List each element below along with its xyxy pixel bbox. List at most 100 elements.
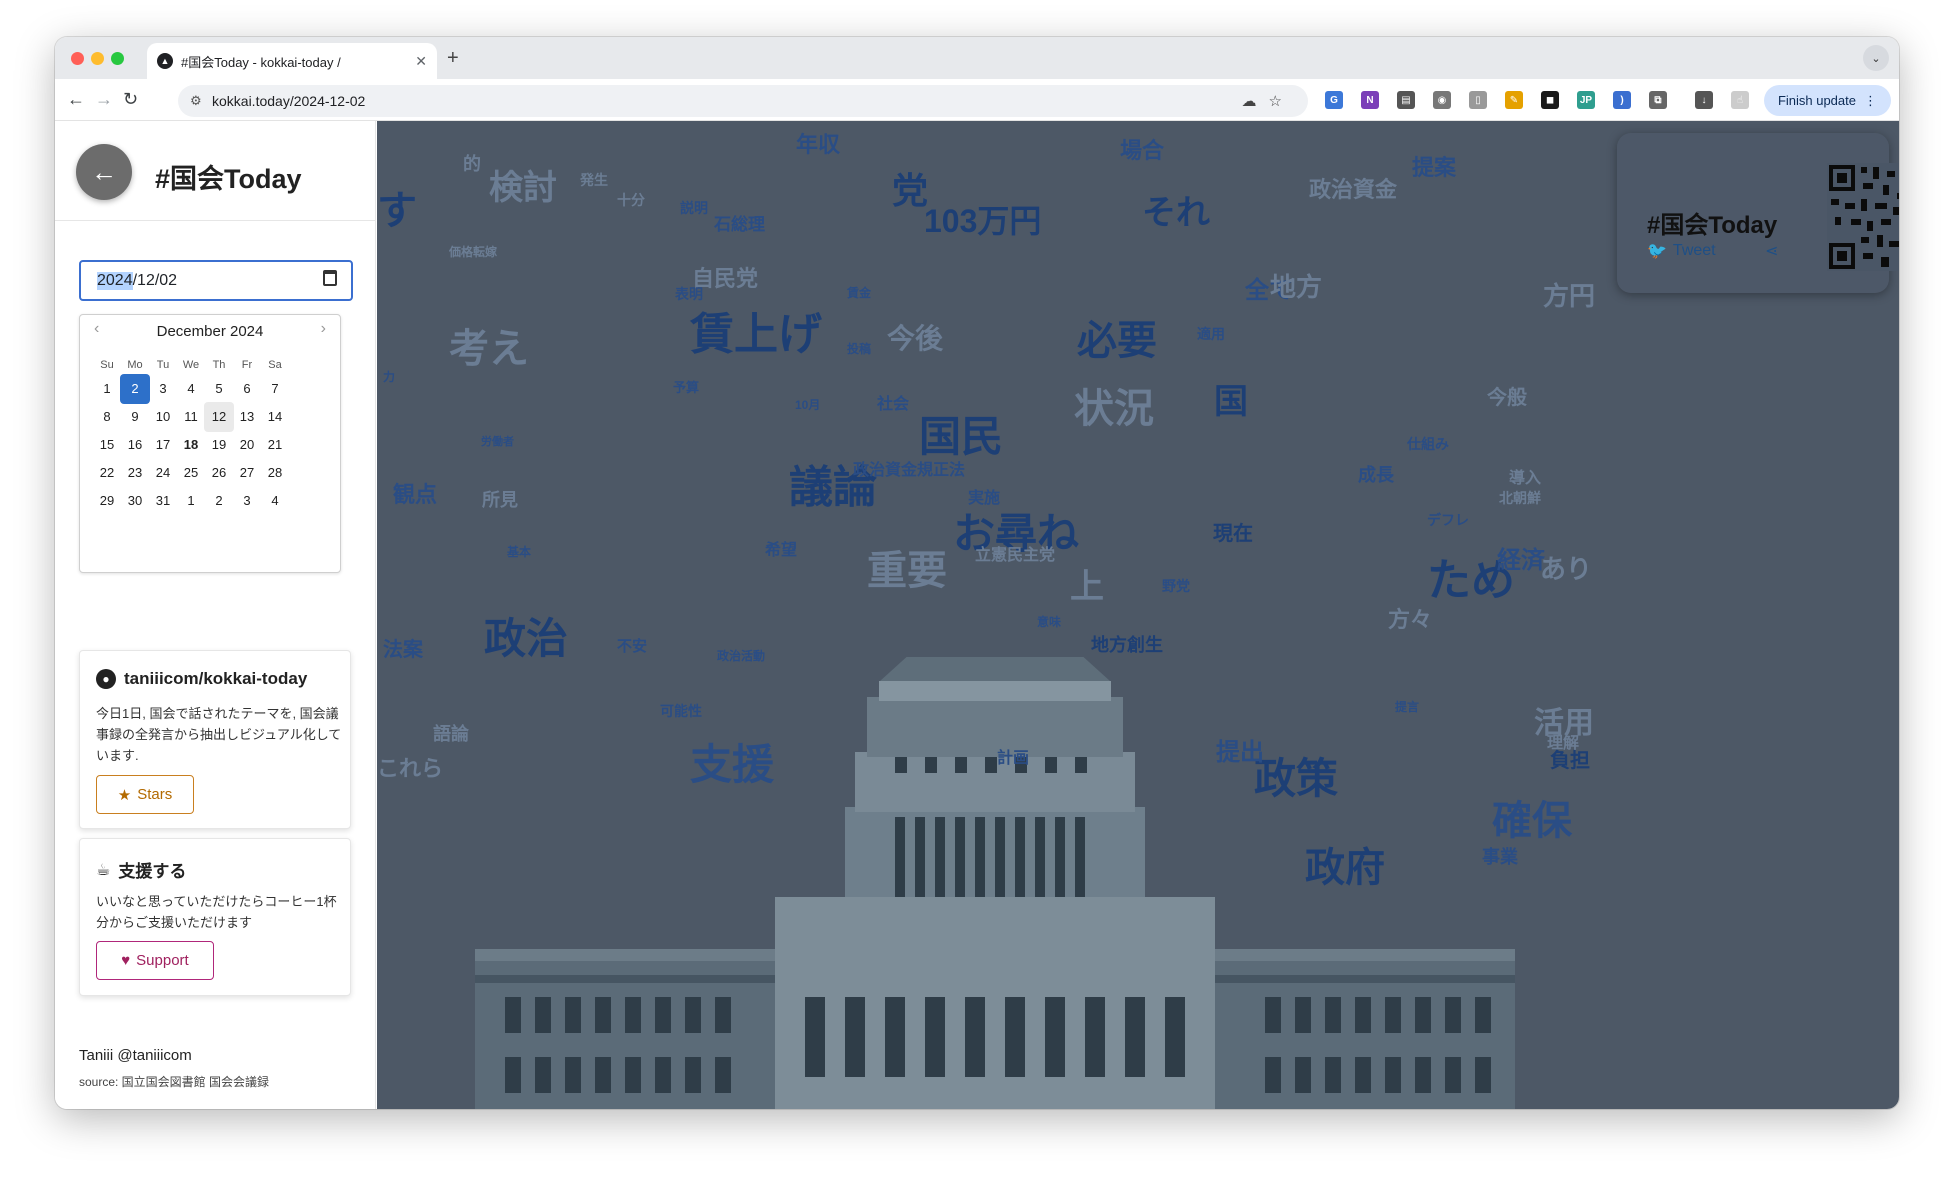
date-rest-segment[interactable]: /12/02 bbox=[133, 272, 177, 290]
calendar-day[interactable]: 10 bbox=[148, 402, 178, 432]
cloud-word[interactable]: 提出 bbox=[1216, 741, 1264, 765]
cloud-word[interactable]: 政治 bbox=[484, 618, 568, 660]
calendar-day[interactable]: 29 bbox=[92, 486, 122, 516]
cloud-word[interactable]: 確保 bbox=[1492, 801, 1572, 841]
cloud-word[interactable]: 方円 bbox=[1543, 283, 1595, 309]
cloud-word[interactable]: 投稿 bbox=[847, 343, 871, 355]
calendar-day[interactable]: 27 bbox=[232, 458, 262, 488]
cloud-word[interactable]: 計画 bbox=[997, 751, 1029, 767]
calendar-day[interactable]: 18 bbox=[176, 430, 206, 460]
cloud-word[interactable]: 不安 bbox=[617, 639, 647, 654]
cloud-word[interactable]: 経済 bbox=[1497, 549, 1545, 573]
calendar-day[interactable]: 28 bbox=[260, 458, 290, 488]
cloud-word[interactable]: 導入 bbox=[1509, 471, 1541, 487]
date-year-segment[interactable]: 2024 bbox=[97, 271, 133, 290]
cloud-word[interactable]: 価格転嫁 bbox=[449, 246, 497, 258]
cloud-word[interactable]: 立憲民主党 bbox=[975, 548, 1055, 564]
cloud-word[interactable]: 状況 bbox=[1074, 389, 1154, 429]
reader-extension-icon[interactable]: ▤ bbox=[1397, 91, 1415, 109]
calendar-day[interactable]: 7 bbox=[260, 374, 290, 404]
calendar-day[interactable]: 4 bbox=[176, 374, 206, 404]
cloud-word[interactable]: 党 bbox=[892, 173, 928, 209]
cloud-word[interactable]: 103万円 bbox=[924, 205, 1041, 237]
cloud-word[interactable]: 仕組み bbox=[1407, 437, 1449, 451]
cloud-word[interactable]: 語論 bbox=[433, 725, 469, 743]
cloud-word[interactable]: 表明 bbox=[675, 287, 703, 301]
calendar-day[interactable]: 12 bbox=[204, 402, 234, 432]
cloud-word[interactable]: 国 bbox=[1214, 385, 1248, 419]
cloud-word[interactable]: 地方 bbox=[1270, 274, 1322, 300]
new-tab-button[interactable]: + bbox=[447, 47, 459, 70]
tweet-button[interactable]: 🐦 Tweet bbox=[1647, 241, 1716, 261]
cloud-word[interactable]: 負担 bbox=[1550, 751, 1590, 771]
extensions-puzzle-icon[interactable]: ⧉ bbox=[1649, 91, 1667, 109]
cloud-word[interactable]: 十分 bbox=[617, 193, 645, 207]
calendar-day[interactable]: 1 bbox=[176, 486, 206, 516]
document-extension-icon[interactable]: ▯ bbox=[1469, 91, 1487, 109]
cloud-word[interactable]: 可能性 bbox=[660, 704, 702, 718]
cloud-word[interactable]: 野党 bbox=[1162, 579, 1190, 593]
author-credit[interactable]: Taniii @taniiicom bbox=[79, 1047, 192, 1064]
cloud-word[interactable]: 事業 bbox=[1482, 848, 1518, 866]
cloud-word[interactable]: あり bbox=[1540, 556, 1592, 582]
cloud-word[interactable]: 地方創生 bbox=[1091, 636, 1163, 654]
cloud-word[interactable]: 所見 bbox=[482, 491, 518, 509]
cloud-word[interactable]: 理解 bbox=[1547, 736, 1579, 752]
qr-code-icon[interactable] bbox=[1827, 163, 1899, 271]
cloud-word[interactable]: 今後 bbox=[887, 325, 943, 353]
cloud-word[interactable]: 重要 bbox=[867, 551, 947, 591]
cloud-word[interactable]: 的 bbox=[463, 155, 481, 173]
stars-button[interactable]: ★ Stars bbox=[96, 775, 194, 814]
share-icon[interactable]: ⋖ bbox=[1765, 241, 1778, 261]
calendar-day[interactable]: 25 bbox=[176, 458, 206, 488]
cloud-word[interactable]: 方々 bbox=[1388, 609, 1432, 631]
bookmark-star-icon[interactable]: ☁☆ bbox=[1242, 92, 1294, 110]
maximize-window-icon[interactable] bbox=[111, 52, 124, 65]
calendar-day[interactable]: 14 bbox=[260, 402, 290, 432]
calendar-day[interactable]: 2 bbox=[120, 374, 150, 404]
cloud-word[interactable]: 成長 bbox=[1358, 466, 1394, 484]
profile-icon[interactable]: ☝ bbox=[1731, 91, 1749, 109]
cloud-word[interactable]: 予算 bbox=[673, 381, 699, 394]
cloud-word[interactable]: 政治資金規正法 bbox=[853, 463, 965, 479]
calendar-day[interactable]: 24 bbox=[148, 458, 178, 488]
calendar-day[interactable]: 4 bbox=[260, 486, 290, 516]
calendar-day[interactable]: 22 bbox=[92, 458, 122, 488]
cloud-word[interactable]: それ bbox=[1142, 196, 1210, 230]
cloud-word[interactable]: 希望 bbox=[765, 543, 797, 559]
cloud-word[interactable]: 政府 bbox=[1305, 848, 1385, 888]
github-repo-name[interactable]: taniiicom/kokkai-today bbox=[124, 669, 307, 689]
forward-nav-icon[interactable]: → bbox=[95, 89, 113, 110]
browser-tab[interactable]: ▲ #国会Today - kokkai-today / ✕ bbox=[147, 43, 437, 79]
next-month-icon[interactable]: › bbox=[321, 320, 326, 338]
cloud-word[interactable]: す bbox=[377, 191, 417, 231]
finish-update-button[interactable]: Finish update ⋮ bbox=[1763, 85, 1891, 116]
calendar-day[interactable]: 6 bbox=[232, 374, 262, 404]
back-button[interactable]: ← bbox=[76, 144, 132, 200]
camera-extension-icon[interactable]: ◉ bbox=[1433, 91, 1451, 109]
calendar-day[interactable]: 16 bbox=[120, 430, 150, 460]
calendar-day[interactable]: 1 bbox=[92, 374, 122, 404]
calendar-day[interactable]: 3 bbox=[232, 486, 262, 516]
more-menu-icon[interactable]: ⋮ bbox=[1864, 93, 1877, 109]
calendar-day[interactable]: 8 bbox=[92, 402, 122, 432]
cloud-word[interactable]: 今般 bbox=[1487, 388, 1527, 408]
calendar-day[interactable]: 17 bbox=[148, 430, 178, 460]
cloud-word[interactable]: 提言 bbox=[1395, 701, 1419, 713]
cloud-word[interactable]: 場合 bbox=[1120, 140, 1164, 162]
calendar-icon[interactable] bbox=[323, 270, 337, 286]
calendar-day[interactable]: 31 bbox=[148, 486, 178, 516]
back-nav-icon[interactable]: ← bbox=[67, 89, 85, 110]
url-text[interactable]: kokkai.today/2024-12-02 bbox=[212, 93, 365, 109]
cloud-word[interactable]: 国民 bbox=[919, 416, 1003, 458]
calendar-day[interactable]: 2 bbox=[204, 486, 234, 516]
cloud-word[interactable]: 提案 bbox=[1412, 157, 1456, 179]
cloud-word[interactable]: 発生 bbox=[580, 173, 608, 187]
audio-extension-icon[interactable]: ) bbox=[1613, 91, 1631, 109]
cloud-word[interactable]: 実施 bbox=[968, 491, 1000, 507]
devtools-extension-icon[interactable]: ◼ bbox=[1541, 91, 1559, 109]
cloud-word[interactable]: 意味 bbox=[1037, 616, 1061, 628]
cloud-word[interactable]: 石総理 bbox=[714, 216, 765, 233]
calendar-day[interactable]: 11 bbox=[176, 402, 206, 432]
cloud-word[interactable]: 説明 bbox=[680, 201, 708, 215]
